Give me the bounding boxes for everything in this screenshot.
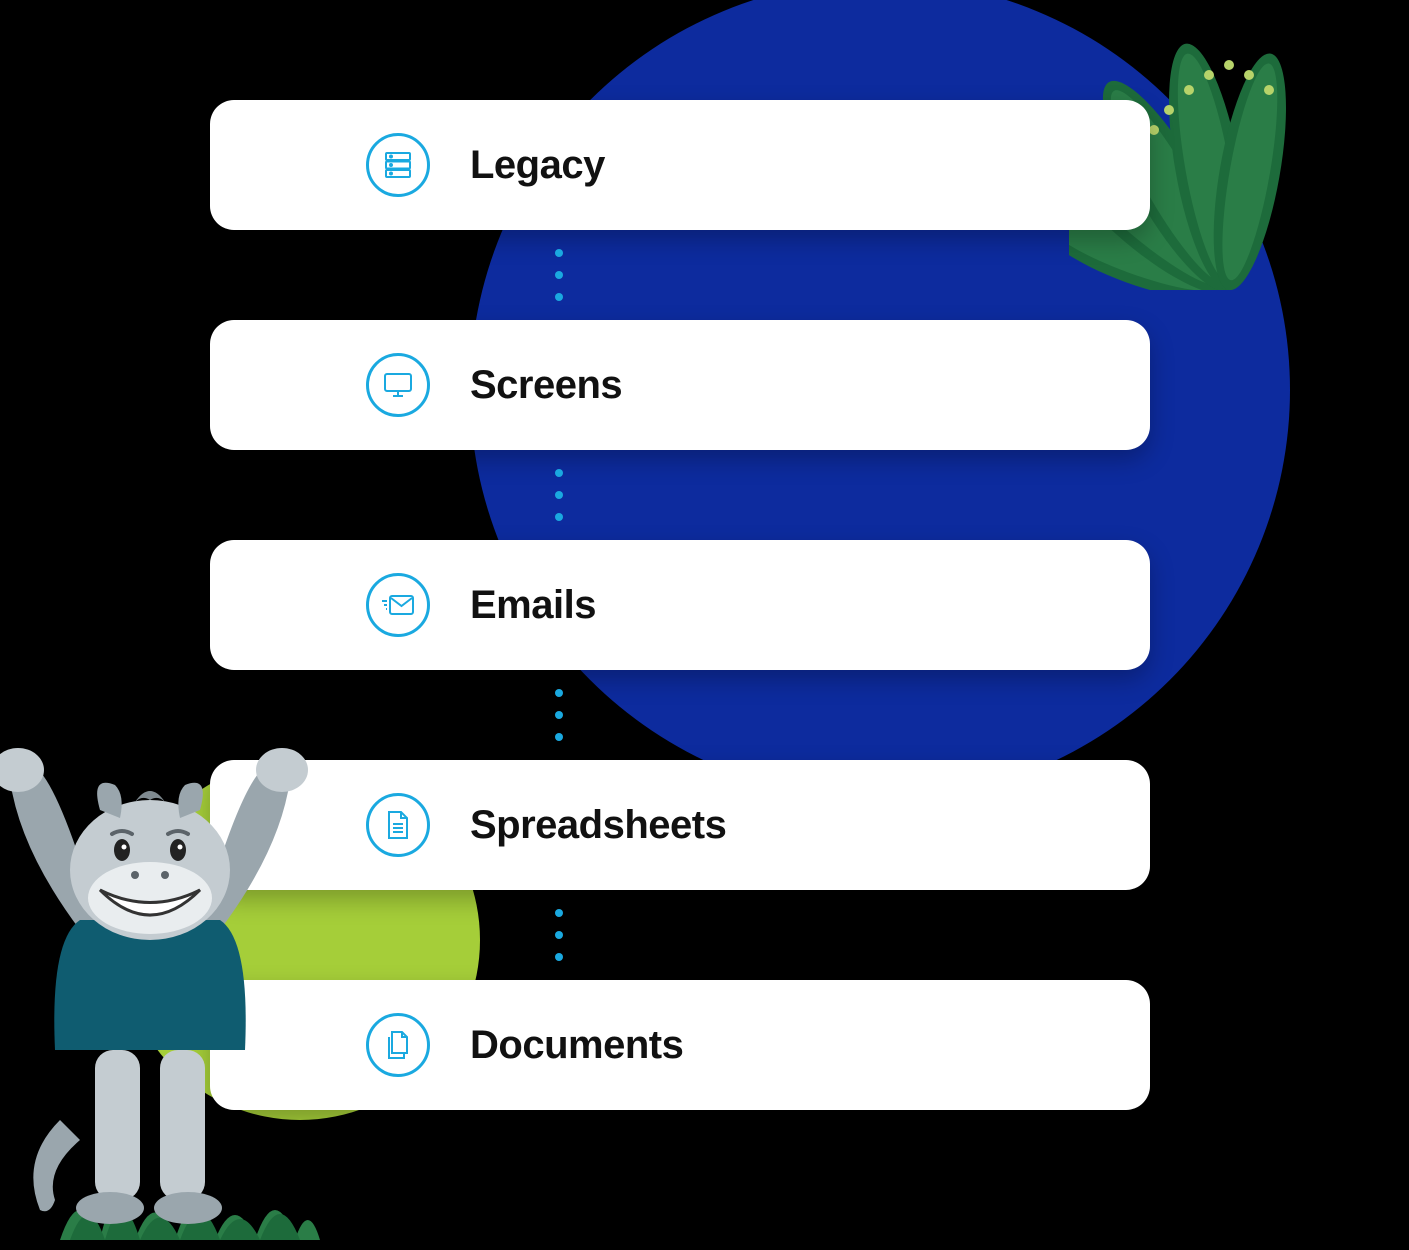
card-label: Emails [470,583,596,628]
connector-dots [210,890,1150,980]
mascot-character [0,740,310,1240]
monitor-icon [366,353,430,417]
card-label: Screens [470,363,622,408]
card-documents: Documents [210,980,1150,1110]
card-spreadsheets: Spreadsheets [210,760,1150,890]
card-label: Spreadsheets [470,803,726,848]
card-label: Legacy [470,143,605,188]
email-icon [366,573,430,637]
connector-dots [210,450,1150,540]
connector-dots [210,670,1150,760]
card-list: Legacy Screens [210,100,1150,1110]
card-emails: Emails [210,540,1150,670]
server-icon [366,133,430,197]
connector-dots [210,230,1150,320]
card-legacy: Legacy [210,100,1150,230]
documents-icon [366,1013,430,1077]
file-icon [366,793,430,857]
card-label: Documents [470,1023,683,1068]
card-screens: Screens [210,320,1150,450]
